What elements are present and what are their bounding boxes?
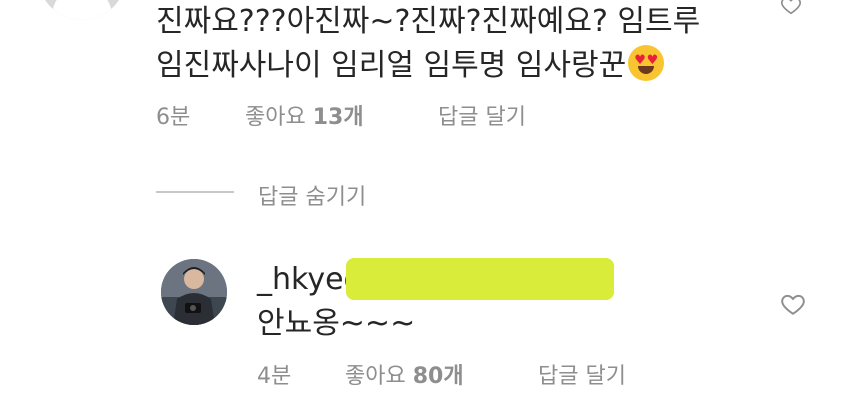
avatar-default[interactable] xyxy=(38,0,126,20)
avatar-photo-icon xyxy=(161,259,227,325)
comment-text-line-1: 진짜요???아진짜~?진짜?진짜예요? 임트루 xyxy=(156,4,701,39)
reply-avatar[interactable] xyxy=(161,259,227,325)
reply-like-heart-icon[interactable] xyxy=(780,291,806,317)
avatar-body-shape xyxy=(52,0,112,20)
like-heart-icon[interactable] xyxy=(780,0,802,16)
heart-eyes-emoji-icon: ♥ ♥ xyxy=(628,45,665,81)
comment-text: 진짜요???아진짜~?진짜?진짜예요? 임트루 임진짜사나이 임리얼 임투명 임… xyxy=(156,0,736,88)
reply-time: 4분 xyxy=(257,364,292,389)
reply-likes-label: 좋아요 xyxy=(345,364,413,389)
reply-likes-count: 80개 xyxy=(412,364,464,389)
replies-divider xyxy=(156,191,234,193)
redaction-highlight xyxy=(346,258,614,300)
comment-reply-button[interactable]: 답글 달기 xyxy=(438,99,526,131)
reply-text: 안뇨옹~~~ xyxy=(257,306,416,341)
reply-likes[interactable]: 좋아요 80개 xyxy=(345,358,464,390)
comment-likes[interactable]: 좋아요 13개 xyxy=(245,99,364,131)
comment-text-line-2-text: 임진짜사나이 임리얼 임투명 임사랑꾼 xyxy=(156,48,627,83)
comment-time: 6분 xyxy=(156,105,191,130)
comment-likes-count: 13개 xyxy=(312,105,364,130)
hide-replies-button[interactable]: 답글 숨기기 xyxy=(258,179,366,211)
reply-reply-button[interactable]: 답글 달기 xyxy=(538,358,626,390)
comment-text-line-2: 임진짜사나이 임리얼 임투명 임사랑꾼 ♥ ♥ xyxy=(156,44,736,88)
comment-likes-label: 좋아요 xyxy=(245,105,313,130)
